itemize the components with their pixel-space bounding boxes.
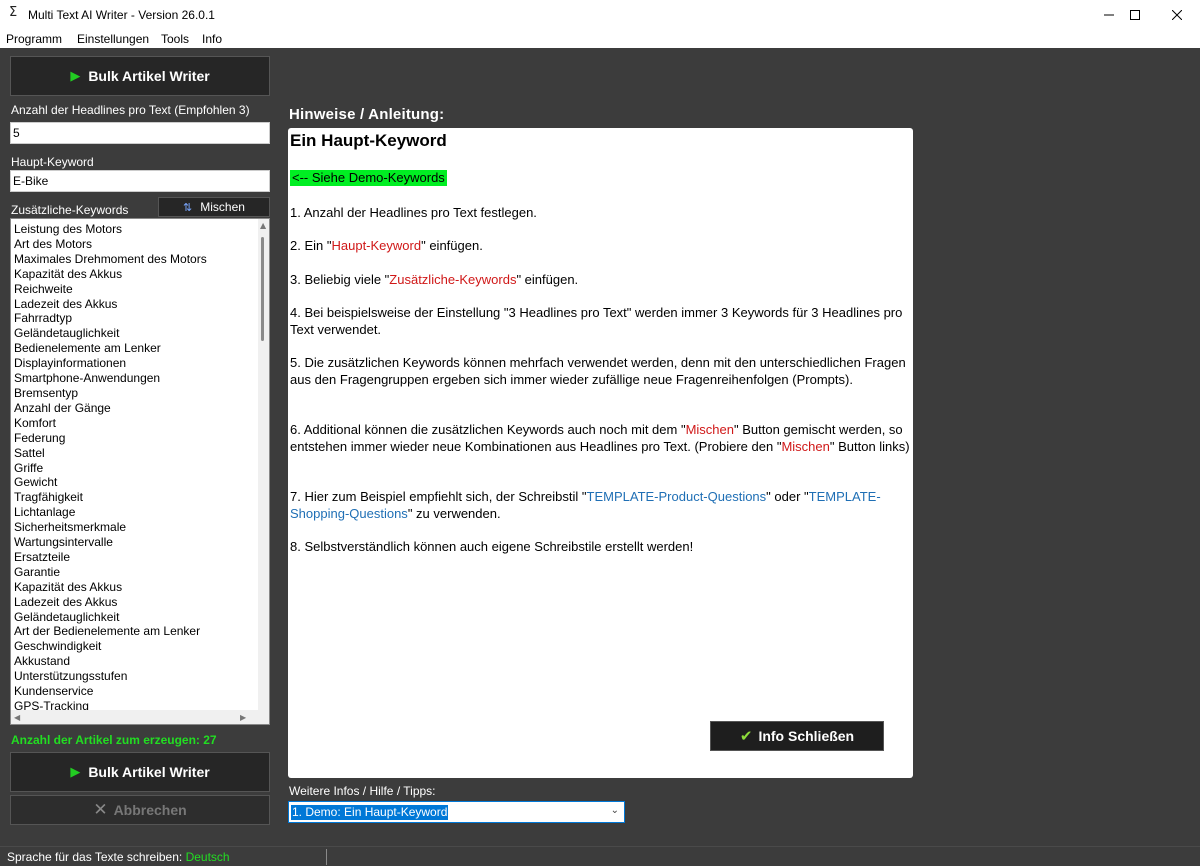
status-separator [326,849,327,865]
keyword-list-item[interactable]: Anzahl der Gänge [14,401,258,416]
hint-step-5: 5. Die zusätzlichen Keywords können mehr… [290,355,906,387]
keyword-list-item[interactable]: Geschwindigkeit [14,639,258,654]
keyword-list-item[interactable]: Art der Bedienelemente am Lenker [14,624,258,639]
cancel-button-label: Abbrechen [113,802,187,818]
menu-info[interactable]: Info [202,32,222,46]
horizontal-scrollbar[interactable]: ◀ ▶ [11,710,269,724]
keyword-list-item[interactable]: Akkustand [14,654,258,669]
keyword-list-item[interactable]: GPS-Tracking [14,699,258,710]
mix-button[interactable]: ⇅ Mischen [158,197,270,217]
keyword-list-item[interactable]: Komfort [14,416,258,431]
more-info-label: Weitere Infos / Hilfe / Tipps: [289,784,436,798]
keyword-items: Leistung des Motors Art des Motors Maximal… [14,222,258,710]
extra-keywords-list[interactable]: Leistung des Motors Art des Motors Maximal… [10,218,270,725]
keyword-list-item[interactable]: Leistung des Motors [14,222,258,237]
headlines-label: Anzahl der Headlines pro Text (Empfohlen… [11,103,250,117]
hint-step-2: 2. Ein "Haupt-Keyword" einfügen. [290,238,483,253]
status-text: Sprache für das Texte schreiben: Deutsch [7,850,230,864]
keyword-list-item[interactable]: Ladezeit des Akkus [14,595,258,610]
info-close-label: Info Schließen [758,728,855,744]
menu-tools[interactable]: Tools [161,32,189,46]
keyword-list-item[interactable]: Ladezeit des Akkus [14,297,258,312]
article-count: Anzahl der Artikel zum erzeugen: 27 [11,733,217,747]
keyword-list-item[interactable]: Griffe [14,461,258,476]
keyword-list-item[interactable]: Tragfähigkeit [14,490,258,505]
scroll-left-icon[interactable]: ◀ [14,713,20,722]
more-info-select[interactable]: 1. Demo: Ein Haupt-Keyword ⌄ [288,801,625,823]
play-icon: ▶ [70,764,81,780]
checkmark-icon: ✔ [739,727,753,745]
scroll-right-icon[interactable]: ▶ [240,713,246,722]
keyword-list-item[interactable]: Wartungsintervalle [14,535,258,550]
scroll-thumb[interactable] [261,237,264,341]
menu-bar: Programm Einstellungen Tools Info [0,30,1200,48]
chevron-down-icon: ⌄ [610,805,619,816]
keyword-list-item[interactable]: Gewicht [14,475,258,490]
keyword-list-item[interactable]: Maximales Drehmoment des Motors [14,252,258,267]
hint-step-6: 6. Additional können die zusätzlichen Ke… [290,422,910,454]
cancel-button[interactable]: ✕ Abbrechen [10,795,270,825]
keyword-list-item[interactable]: Kapazität des Akkus [14,267,258,282]
keyword-list-item[interactable]: Sicherheitsmerkmale [14,520,258,535]
keyword-list-item[interactable]: Sattel [14,446,258,461]
hint-step-7: 7. Hier zum Beispiel empfiehlt sich, der… [290,489,881,521]
mix-button-label: Mischen [200,200,245,214]
hint-step-1: 1. Anzahl der Headlines pro Text festleg… [290,205,537,220]
cancel-icon: ✕ [93,800,108,820]
bulk-writer-bottom-label: Bulk Artikel Writer [88,764,210,780]
keyword-list-item[interactable]: Reichweite [14,282,258,297]
extra-keywords-label: Zusätzliche-Keywords [11,203,129,217]
keyword-list-item[interactable]: Fahrradtyp [14,311,258,326]
close-icon[interactable] [1154,0,1200,30]
title-bar: Σ Multi Text AI Writer - Version 26.0.1 [0,0,1200,30]
keyword-list-item[interactable]: Lichtanlage [14,505,258,520]
menu-einstellungen[interactable]: Einstellungen [77,32,149,46]
status-bar: Sprache für das Texte schreiben: Deutsch [0,846,1200,866]
keyword-list-item[interactable]: Geländetauglichkeit [14,610,258,625]
play-icon: ▶ [70,68,81,84]
maximize-icon[interactable] [1112,0,1158,30]
hint-step-3: 3. Beliebig viele "Zusätzliche-Keywords"… [290,272,579,287]
hints-title: Hinweise / Anleitung: [289,106,445,123]
window-title: Multi Text AI Writer - Version 26.0.1 [28,8,215,22]
status-language: Deutsch [185,850,230,864]
hint-step-4: 4. Bei beispielsweise der Einstellung "3… [290,305,903,337]
keyword-list-item[interactable]: Federung [14,431,258,446]
vertical-scrollbar[interactable]: ▲ [258,219,269,710]
keyword-list-item[interactable]: Geländetauglichkeit [14,326,258,341]
keyword-list-item[interactable]: Kapazität des Akkus [14,580,258,595]
keyword-list-item[interactable]: Displayinformationen [14,356,258,371]
more-info-selected: 1. Demo: Ein Haupt-Keyword [291,805,449,820]
keyword-list-item[interactable]: Ersatzteile [14,550,258,565]
keyword-list-item[interactable]: Bedienelemente am Lenker [14,341,258,356]
bulk-writer-bottom-button[interactable]: ▶ Bulk Artikel Writer [10,752,270,792]
keyword-list-item[interactable]: Smartphone-Anwendungen [14,371,258,386]
main-keyword-label: Haupt-Keyword [11,155,94,169]
keyword-list-item[interactable]: Garantie [14,565,258,580]
hints-heading: Ein Haupt-Keyword [290,131,447,150]
bulk-writer-top-label: Bulk Artikel Writer [88,68,210,84]
menu-programm[interactable]: Programm [6,32,62,46]
keyword-list-item[interactable]: Art des Motors [14,237,258,252]
info-close-button[interactable]: ✔ Info Schließen [710,721,884,751]
hint-step-8: 8. Selbstverständlich können auch eigene… [290,539,694,554]
app-icon: Σ [9,5,18,20]
scroll-up-icon[interactable]: ▲ [260,221,266,230]
keyword-list-item[interactable]: Kundenservice [14,684,258,699]
keyword-list-item[interactable]: Bremsentyp [14,386,258,401]
shuffle-icon: ⇅ [183,200,193,214]
headlines-input[interactable]: 5 [10,122,270,144]
bulk-writer-top-button[interactable]: ▶ Bulk Artikel Writer [10,56,270,96]
keyword-list-item[interactable]: Unterstützungsstufen [14,669,258,684]
demo-keywords-link[interactable]: <-- Siehe Demo-Keywords [290,170,447,186]
main-keyword-input[interactable]: E-Bike [10,170,270,192]
hints-panel: Ein Haupt-Keyword <-- Siehe Demo-Keyword… [288,128,913,778]
